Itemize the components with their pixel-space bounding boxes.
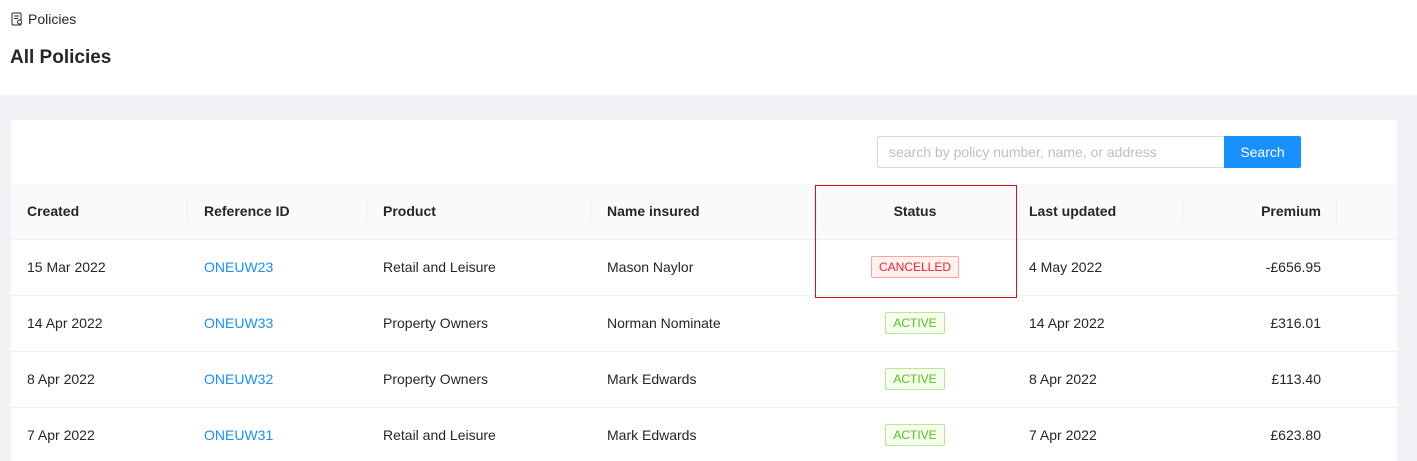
cell-last-updated: 14 Apr 2022 [1013, 295, 1183, 352]
cell-created: 7 Apr 2022 [11, 407, 188, 461]
column-header-product[interactable]: Product [367, 184, 591, 240]
cell-created: 8 Apr 2022 [11, 351, 188, 408]
status-badge: ACTIVE [885, 368, 945, 390]
reference-link[interactable]: ONEUW31 [204, 427, 273, 443]
search-input[interactable] [877, 136, 1224, 168]
cell-reference-id: ONEUW33 [188, 295, 367, 352]
column-header-premium[interactable]: Premium [1183, 184, 1337, 240]
cell-product: Retail and Leisure [367, 239, 591, 296]
cell-reference-id: ONEUW31 [188, 407, 367, 461]
table-row[interactable]: 15 Mar 2022 ONEUW23 Retail and Leisure M… [11, 239, 1397, 296]
cell-reference-id: ONEUW32 [188, 351, 367, 408]
cell-status: ACTIVE [817, 351, 1013, 408]
cell-spacer [1337, 239, 1397, 296]
cell-premium: £316.01 [1183, 295, 1337, 352]
page-header: Policies All Policies [0, 0, 1417, 95]
cell-status: CANCELLED [817, 239, 1013, 296]
reference-link[interactable]: ONEUW23 [204, 259, 273, 275]
column-header-status[interactable]: Status [817, 184, 1013, 240]
table-row[interactable]: 7 Apr 2022 ONEUW31 Retail and Leisure Ma… [11, 407, 1397, 461]
cell-last-updated: 8 Apr 2022 [1013, 351, 1183, 408]
cell-spacer [1337, 407, 1397, 461]
cell-created: 14 Apr 2022 [11, 295, 188, 352]
policies-table: Created Reference ID Product Name insure… [11, 184, 1397, 461]
cell-spacer [1337, 351, 1397, 408]
cell-last-updated: 4 May 2022 [1013, 239, 1183, 296]
reference-link[interactable]: ONEUW32 [204, 371, 273, 387]
cell-name-insured: Norman Nominate [591, 295, 817, 352]
cell-premium: £113.40 [1183, 351, 1337, 408]
status-badge: CANCELLED [870, 256, 960, 278]
cell-reference-id: ONEUW23 [188, 239, 367, 296]
cell-last-updated: 7 Apr 2022 [1013, 407, 1183, 461]
cell-spacer [1337, 295, 1397, 352]
breadcrumb[interactable]: Policies [10, 11, 76, 27]
cell-name-insured: Mark Edwards [591, 351, 817, 408]
cell-status: ACTIVE [817, 295, 1013, 352]
column-header-created[interactable]: Created [11, 184, 188, 240]
cell-product: Retail and Leisure [367, 407, 591, 461]
search-bar: Search [877, 136, 1301, 168]
cell-name-insured: Mark Edwards [591, 407, 817, 461]
cell-premium: -£656.95 [1183, 239, 1337, 296]
reference-link[interactable]: ONEUW33 [204, 315, 273, 331]
cell-status: ACTIVE [817, 407, 1013, 461]
column-header-name-insured[interactable]: Name insured [591, 184, 817, 240]
status-badge: ACTIVE [885, 424, 945, 446]
table-row[interactable]: 14 Apr 2022 ONEUW33 Property Owners Norm… [11, 295, 1397, 352]
page-title: All Policies [10, 47, 112, 68]
column-header-reference-id[interactable]: Reference ID [188, 184, 367, 240]
column-header-spacer [1337, 184, 1397, 240]
breadcrumb-label: Policies [28, 11, 77, 27]
table-header-row: Created Reference ID Product Name insure… [11, 184, 1397, 240]
status-badge: ACTIVE [885, 312, 945, 334]
table-row[interactable]: 8 Apr 2022 ONEUW32 Property Owners Mark … [11, 351, 1397, 408]
cell-created: 15 Mar 2022 [11, 239, 188, 296]
policies-card: Search Created Reference ID Product Name… [11, 120, 1397, 461]
column-header-last-updated[interactable]: Last updated [1013, 184, 1183, 240]
search-button[interactable]: Search [1224, 136, 1301, 168]
cell-name-insured: Mason Naylor [591, 239, 817, 296]
cell-product: Property Owners [367, 351, 591, 408]
cell-premium: £623.80 [1183, 407, 1337, 461]
cell-product: Property Owners [367, 295, 591, 352]
policy-document-icon [10, 12, 24, 26]
